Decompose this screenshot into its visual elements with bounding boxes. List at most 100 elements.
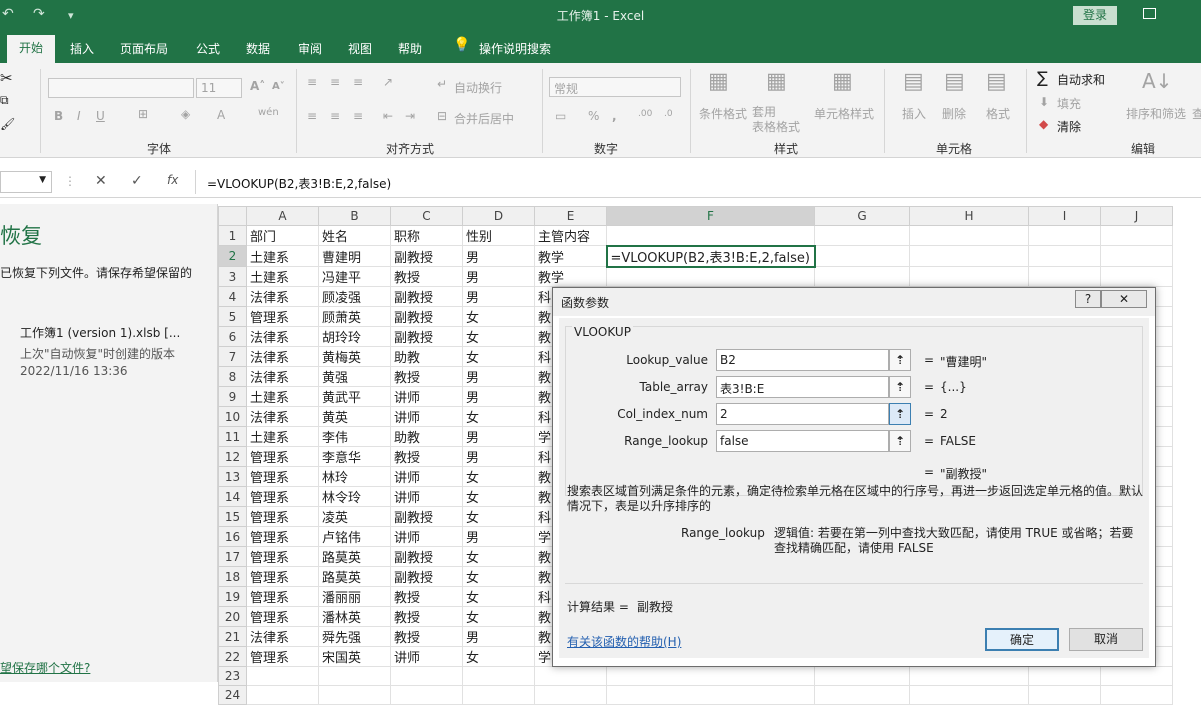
tell-me-search[interactable]: 操作说明搜索	[479, 40, 551, 57]
cell-b2[interactable]: 曹建明	[318, 245, 391, 267]
cell-b15[interactable]: 凌英	[318, 506, 391, 527]
cell-d11[interactable]: 男	[462, 426, 535, 447]
row-header[interactable]: 22	[218, 646, 247, 667]
cell-c14[interactable]: 讲师	[390, 486, 463, 507]
cell-g24[interactable]	[814, 685, 910, 705]
cell-d18[interactable]: 女	[462, 566, 535, 587]
cell-b6[interactable]: 胡玲玲	[318, 326, 391, 347]
merge-center-button[interactable]: 合并后居中	[454, 110, 514, 127]
row-header[interactable]: 14	[218, 486, 247, 507]
cell-style-button[interactable]: 单元格样式	[814, 105, 874, 122]
cell-c13[interactable]: 讲师	[390, 466, 463, 487]
cell-a5[interactable]: 管理系	[246, 306, 319, 327]
cell-j3[interactable]	[1100, 266, 1173, 287]
row-header[interactable]: 7	[218, 346, 247, 367]
cell-a12[interactable]: 管理系	[246, 446, 319, 467]
cell-a15[interactable]: 管理系	[246, 506, 319, 527]
autosum-icon[interactable]: ∑	[1037, 68, 1048, 87]
name-box[interactable]: ▼	[0, 171, 52, 193]
cell-c2[interactable]: 副教授	[390, 245, 463, 267]
cell-b21[interactable]: 舜先强	[318, 626, 391, 647]
cell-b22[interactable]: 宋国英	[318, 646, 391, 667]
cell-e24[interactable]	[534, 685, 607, 705]
cell-d7[interactable]: 女	[462, 346, 535, 367]
increase-decimal-icon[interactable]: .00	[638, 109, 652, 119]
sort-filter-icon[interactable]: A↓	[1142, 69, 1172, 93]
orientation-icon[interactable]: ↗	[383, 75, 393, 89]
cell-c17[interactable]: 副教授	[390, 546, 463, 567]
clear-button[interactable]: 清除	[1057, 118, 1081, 135]
column-header-g[interactable]: G	[814, 206, 910, 226]
cell-c22[interactable]: 讲师	[390, 646, 463, 667]
cell-a21[interactable]: 法律系	[246, 626, 319, 647]
tab-review[interactable]: 审阅	[298, 40, 322, 57]
cell-a24[interactable]	[246, 685, 319, 705]
cut-icon[interactable]: ✂	[0, 69, 13, 87]
column-header-h[interactable]: H	[909, 206, 1029, 226]
cell-g3[interactable]	[814, 266, 910, 287]
cell-a23[interactable]	[246, 666, 319, 686]
cell-a7[interactable]: 法律系	[246, 346, 319, 367]
row-header[interactable]: 11	[218, 426, 247, 447]
cell-e2[interactable]: 教学	[534, 245, 607, 267]
cell-c11[interactable]: 助教	[390, 426, 463, 447]
insert-function-icon[interactable]: fx	[167, 173, 178, 187]
row-header[interactable]: 17	[218, 546, 247, 567]
cell-e3[interactable]: 教学	[534, 266, 607, 287]
column-header-c[interactable]: C	[390, 206, 463, 226]
cell-h1[interactable]	[909, 225, 1029, 246]
cell-b11[interactable]: 李伟	[318, 426, 391, 447]
cell-b23[interactable]	[318, 666, 391, 686]
row-header[interactable]: 2	[218, 245, 247, 267]
which-file-link[interactable]: 望保存哪个文件?	[0, 659, 90, 676]
cell-g1[interactable]	[814, 225, 910, 246]
row-header[interactable]: 4	[218, 286, 247, 307]
cell-d1[interactable]: 性别	[462, 225, 535, 246]
tab-help[interactable]: 帮助	[398, 40, 422, 57]
cell-a14[interactable]: 管理系	[246, 486, 319, 507]
cell-h24[interactable]	[909, 685, 1029, 705]
percent-icon[interactable]: %	[588, 109, 599, 123]
cell-b7[interactable]: 黄梅英	[318, 346, 391, 367]
help-button[interactable]: ?	[1075, 290, 1101, 308]
row-header[interactable]: 18	[218, 566, 247, 587]
enter-icon[interactable]: ✓	[131, 173, 143, 189]
merge-icon[interactable]: ⊟	[437, 109, 447, 123]
table-format-button[interactable]: 套用 表格格式	[752, 105, 800, 135]
cell-f23[interactable]	[606, 666, 815, 686]
dialog-title-bar[interactable]: 函数参数 ? ✕	[553, 288, 1155, 316]
cell-e1[interactable]: 主管内容	[534, 225, 607, 246]
cell-c7[interactable]: 助教	[390, 346, 463, 367]
align-top-icon[interactable]: ≡	[307, 75, 317, 89]
select-all-corner[interactable]	[218, 206, 247, 226]
cell-b9[interactable]: 黄武平	[318, 386, 391, 407]
wrap-text-icon[interactable]: ↵	[437, 77, 447, 91]
format-painter-icon[interactable]: 🖌	[0, 117, 15, 131]
copy-icon[interactable]: ⧉	[0, 93, 9, 108]
cell-b19[interactable]: 潘丽丽	[318, 586, 391, 607]
collapse-dialog-icon[interactable]: ⇡	[889, 349, 911, 371]
cell-d24[interactable]	[462, 685, 535, 705]
ok-button[interactable]: 确定	[985, 628, 1059, 651]
align-right-icon[interactable]: ≡	[353, 109, 363, 123]
row-header[interactable]: 20	[218, 606, 247, 627]
row-header[interactable]: 5	[218, 306, 247, 327]
collapse-dialog-icon[interactable]: ⇡	[889, 376, 911, 398]
phonetic-icon[interactable]: wén	[258, 107, 279, 118]
cell-c8[interactable]: 教授	[390, 366, 463, 387]
cell-b3[interactable]: 冯建平	[318, 266, 391, 287]
cell-c18[interactable]: 副教授	[390, 566, 463, 587]
eraser-icon[interactable]: ◆	[1039, 117, 1048, 131]
cell-d4[interactable]: 男	[462, 286, 535, 307]
cell-a19[interactable]: 管理系	[246, 586, 319, 607]
tab-home[interactable]: 开始	[7, 35, 55, 63]
row-header[interactable]: 16	[218, 526, 247, 547]
decrease-indent-icon[interactable]: ⇤	[383, 109, 393, 123]
arg-input-lookup-value[interactable]: B2	[716, 349, 889, 371]
format-cells-icon[interactable]: ▤	[986, 69, 1007, 94]
fill-button[interactable]: 填充	[1057, 95, 1081, 112]
cell-b4[interactable]: 顾凌强	[318, 286, 391, 307]
cell-g2[interactable]	[814, 245, 910, 267]
cell-c9[interactable]: 讲师	[390, 386, 463, 407]
cell-a11[interactable]: 土建系	[246, 426, 319, 447]
